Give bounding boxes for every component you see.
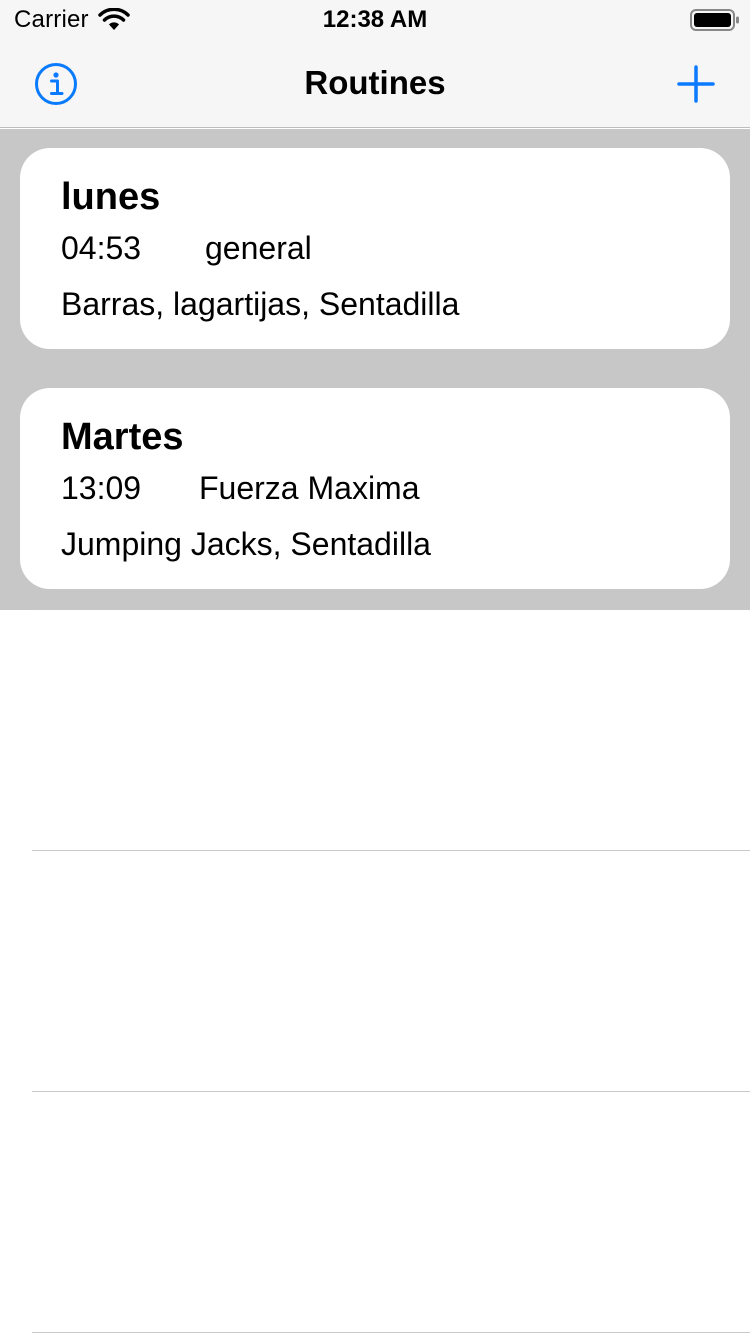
routine-type: Fuerza Maxima bbox=[199, 470, 420, 506]
routine-card-lunes[interactable]: lunes 04:53 general Barras, lagartijas, … bbox=[20, 148, 730, 349]
plus-icon[interactable] bbox=[676, 64, 716, 104]
empty-row bbox=[0, 851, 750, 1092]
routine-exercises: Barras, lagartijas, Sentadilla bbox=[61, 286, 460, 322]
row-separator bbox=[32, 1332, 750, 1333]
list-row: lunes 04:53 general Barras, lagartijas, … bbox=[0, 129, 750, 370]
list-row: Martes 13:09 Fuerza Maxima Jumping Jacks… bbox=[0, 369, 750, 610]
battery-icon bbox=[690, 9, 739, 31]
routine-type: general bbox=[205, 230, 312, 266]
routine-card-martes[interactable]: Martes 13:09 Fuerza Maxima Jumping Jacks… bbox=[20, 388, 730, 589]
routine-name: Martes bbox=[61, 416, 184, 458]
routine-time: 13:09 bbox=[61, 470, 142, 506]
empty-row bbox=[0, 610, 750, 851]
navigation-bar: Routines bbox=[0, 40, 750, 128]
empty-row bbox=[0, 1092, 750, 1333]
routines-list: lunes 04:53 general Barras, lagartijas, … bbox=[0, 129, 750, 1334]
routine-time: 04:53 bbox=[61, 230, 142, 266]
routine-name: lunes bbox=[61, 176, 161, 218]
page-title: Routines bbox=[304, 64, 446, 101]
status-time: 12:38 AM bbox=[322, 6, 428, 33]
status-bar: Carrier 12:38 AM bbox=[0, 0, 750, 40]
routine-exercises: Jumping Jacks, Sentadilla bbox=[61, 526, 431, 562]
